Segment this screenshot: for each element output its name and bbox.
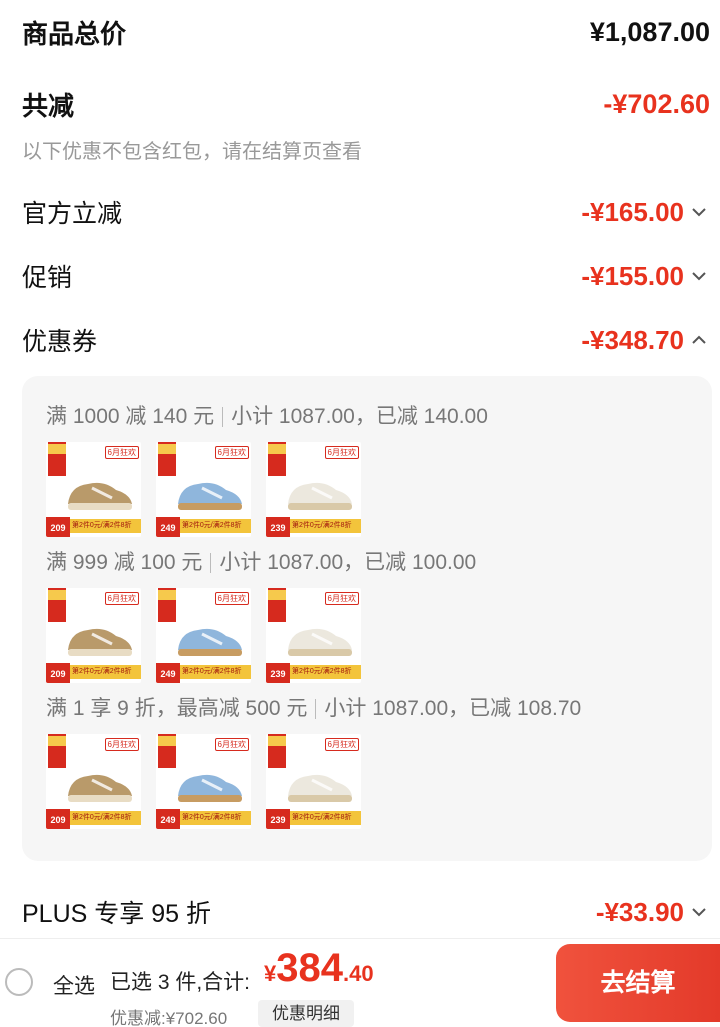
product-price: 209: [46, 809, 70, 829]
product-thumbnail[interactable]: 6月狂欢 第2件0元/满2件8折 249: [156, 588, 251, 683]
total-reduce-label: 共减: [22, 91, 75, 121]
total-reduce-row: 共减 -¥702.60: [22, 86, 710, 123]
saved-amount-text: 优惠减:¥702.60: [110, 1009, 228, 1027]
currency-symbol: ¥: [264, 961, 277, 986]
shoe-image: [178, 774, 242, 802]
official-discount-row[interactable]: 官方立减 -¥165.00: [22, 194, 710, 230]
product-thumbs-3: 6月狂欢 第2件0元/满2件8折 209 6月狂欢 第2件0元/满2件8折 249 6月…: [46, 734, 361, 829]
coupon-rule-condition: 满 1 享 9 折，最高减 500 元: [46, 697, 308, 720]
coupon-value: -¥348.70: [581, 324, 684, 355]
footer-divider: [0, 938, 720, 939]
coupon-rule-detail: 小计 1087.00，已减 140.00: [231, 405, 488, 428]
promotion-row[interactable]: 促销 -¥155.00: [22, 258, 710, 294]
product-thumbnail[interactable]: 6月狂欢 第2件0元/满2件8折 209: [46, 588, 141, 683]
coupon-rule-2: 满 999 减 100 元小计 1087.00，已减 100.00: [46, 546, 476, 576]
promo-tag: 6月狂欢: [214, 446, 249, 459]
product-price: 209: [46, 517, 70, 537]
coupon-rule-condition: 满 999 减 100 元: [46, 551, 203, 574]
brand-flag-top: [48, 444, 66, 454]
total-price-row: 商品总价 ¥1,087.00: [22, 14, 710, 51]
shoe-image: [68, 774, 132, 802]
promo-tag: 6月狂欢: [324, 738, 359, 751]
brand-flag-top: [268, 444, 286, 454]
product-thumbnail[interactable]: 6月狂欢 第2件0元/满2件8折 249: [156, 734, 251, 829]
brand-flag-top: [48, 590, 66, 600]
total-price-value: ¥1,087.00: [589, 17, 710, 47]
plus-discount-label: PLUS 专享 95 折: [22, 900, 211, 928]
promo-tag: 6月狂欢: [104, 592, 139, 605]
promo-tag: 6月狂欢: [214, 738, 249, 751]
total-integer: 384: [276, 946, 343, 990]
discount-note: 以下优惠不包含红包，请在结算页查看: [22, 141, 362, 163]
promo-tag: 6月狂欢: [324, 446, 359, 459]
promotion-label: 促销: [22, 264, 73, 292]
promo-tag: 6月狂欢: [104, 738, 139, 751]
product-thumbs-1: 6月狂欢 第2件0元/满2件8折 209 6月狂欢 第2件0元/满2件8折 249 6月…: [46, 442, 361, 537]
shoe-image: [68, 482, 132, 510]
shoe-image: [288, 628, 352, 656]
chevron-down-icon[interactable]: [688, 901, 710, 923]
official-discount-label: 官方立减: [22, 200, 123, 228]
coupon-rule-3: 满 1 享 9 折，最高减 500 元小计 1087.00，已减 108.70: [46, 692, 581, 722]
plus-discount-row[interactable]: PLUS 专享 95 折 -¥33.90: [22, 894, 710, 930]
product-price: 249: [156, 517, 180, 537]
brand-flag-top: [268, 590, 286, 600]
coupon-row[interactable]: 优惠券 -¥348.70: [22, 322, 710, 358]
select-all-checkbox[interactable]: [5, 968, 33, 996]
coupon-label: 优惠券: [22, 328, 98, 356]
official-discount-value: -¥165.00: [581, 196, 684, 227]
product-thumbnail[interactable]: 6月狂欢 第2件0元/满2件8折 239: [266, 442, 361, 537]
promo-tag: 6月狂欢: [324, 592, 359, 605]
coupon-rule-condition: 满 1000 减 140 元: [46, 405, 215, 428]
brand-flag-top: [268, 736, 286, 746]
brand-flag-top: [158, 444, 176, 454]
product-thumbnail[interactable]: 6月狂欢 第2件0元/满2件8折 209: [46, 734, 141, 829]
total-price-label: 商品总价: [22, 19, 127, 49]
selected-count-text: 已选 3 件,合计:: [110, 971, 251, 994]
promotion-value: -¥155.00: [581, 260, 684, 291]
divider: [210, 553, 212, 574]
product-price: 249: [156, 809, 180, 829]
shoe-image: [178, 482, 242, 510]
brand-flag-top: [48, 736, 66, 746]
product-thumbnail[interactable]: 6月狂欢 第2件0元/满2件8折 209: [46, 442, 141, 537]
shoe-image: [288, 482, 352, 510]
shoe-image: [288, 774, 352, 802]
promo-tag: 6月狂欢: [104, 446, 139, 459]
total-reduce-value: -¥702.60: [603, 89, 710, 119]
coupon-rule-1: 满 1000 减 140 元小计 1087.00，已减 140.00: [46, 400, 488, 430]
divider: [315, 699, 317, 720]
total-amount: ¥ 384 .40: [264, 946, 374, 991]
product-price: 239: [266, 517, 290, 537]
divider: [222, 407, 224, 428]
coupon-rule-detail: 小计 1087.00，已减 108.70: [324, 697, 582, 720]
shoe-image: [68, 628, 132, 656]
product-price: 239: [266, 663, 290, 683]
product-thumbnail[interactable]: 6月狂欢 第2件0元/满2件8折 239: [266, 588, 361, 683]
brand-flag-top: [158, 736, 176, 746]
coupon-detail-panel: 满 1000 减 140 元小计 1087.00，已减 140.00 6月狂欢第…: [22, 376, 712, 861]
coupon-rule-detail: 小计 1087.00，已减 100.00: [219, 551, 477, 574]
plus-discount-value: -¥33.90: [595, 896, 684, 927]
select-all-label[interactable]: 全选: [53, 970, 95, 1000]
product-price: 239: [266, 809, 290, 829]
shoe-image: [178, 628, 242, 656]
checkout-button[interactable]: 去结算: [556, 944, 720, 1022]
product-thumbnail[interactable]: 6月狂欢 第2件0元/满2件8折 239: [266, 734, 361, 829]
chevron-down-icon[interactable]: [688, 201, 710, 223]
product-thumbs-2: 6月狂欢 第2件0元/满2件8折 209 6月狂欢 第2件0元/满2件8折 249 6月…: [46, 588, 361, 683]
product-price: 249: [156, 663, 180, 683]
product-price: 209: [46, 663, 70, 683]
chevron-down-icon[interactable]: [688, 265, 710, 287]
product-thumbnail[interactable]: 6月狂欢 第2件0元/满2件8折 249: [156, 442, 251, 537]
brand-flag-top: [158, 590, 176, 600]
promo-tag: 6月狂欢: [214, 592, 249, 605]
chevron-up-icon[interactable]: [688, 329, 710, 351]
discount-detail-button[interactable]: 优惠明细: [258, 1000, 354, 1027]
total-decimal: .40: [343, 961, 374, 986]
